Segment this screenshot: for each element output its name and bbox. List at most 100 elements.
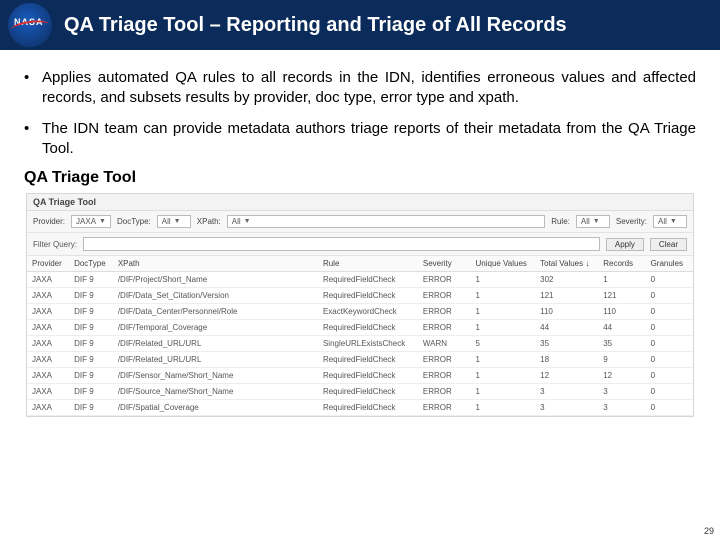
query-bar: Filter Query: Apply Clear xyxy=(27,233,693,256)
cell-rule: SingleURLExistsCheck xyxy=(318,336,418,352)
table-row[interactable]: JAXADIF 9/DIF/Source_Name/Short_NameRequ… xyxy=(27,384,693,400)
col-provider[interactable]: Provider xyxy=(27,256,69,272)
cell-tv: 110 xyxy=(535,304,598,320)
bullet-item: The IDN team can provide metadata author… xyxy=(24,119,696,160)
cell-doctype: DIF 9 xyxy=(69,384,113,400)
cell-uv: 1 xyxy=(470,272,535,288)
cell-rule: ExactKeywordCheck xyxy=(318,304,418,320)
cell-uv: 1 xyxy=(470,352,535,368)
query-input[interactable] xyxy=(83,237,600,251)
cell-records: 9 xyxy=(598,352,645,368)
severity-select[interactable]: All▼ xyxy=(653,215,687,228)
col-records[interactable]: Records xyxy=(598,256,645,272)
cell-rule: RequiredFieldCheck xyxy=(318,368,418,384)
cell-records: 110 xyxy=(598,304,645,320)
table-row[interactable]: JAXADIF 9/DIF/Data_Set_Citation/VersionR… xyxy=(27,288,693,304)
doctype-value: All xyxy=(162,217,171,226)
cell-provider: JAXA xyxy=(27,384,69,400)
tool-window-title: QA Triage Tool xyxy=(27,194,693,211)
severity-label: Severity: xyxy=(616,217,647,226)
cell-xpath: /DIF/Spatial_Coverage xyxy=(113,400,318,416)
cell-uv: 5 xyxy=(470,336,535,352)
cell-xpath: /DIF/Source_Name/Short_Name xyxy=(113,384,318,400)
rule-label: Rule: xyxy=(551,217,570,226)
chevron-down-icon: ▼ xyxy=(593,218,600,225)
cell-doctype: DIF 9 xyxy=(69,352,113,368)
cell-severity: ERROR xyxy=(418,368,471,384)
cell-granules: 0 xyxy=(646,400,693,416)
cell-provider: JAXA xyxy=(27,400,69,416)
table-row[interactable]: JAXADIF 9/DIF/Data_Center/Personnel/Role… xyxy=(27,304,693,320)
col-granules[interactable]: Granules xyxy=(646,256,693,272)
rule-select[interactable]: All▼ xyxy=(576,215,610,228)
cell-tv: 302 xyxy=(535,272,598,288)
cell-records: 35 xyxy=(598,336,645,352)
cell-records: 3 xyxy=(598,384,645,400)
slide-body: Applies automated QA rules to all record… xyxy=(0,50,720,417)
chevron-down-icon: ▼ xyxy=(99,218,106,225)
cell-provider: JAXA xyxy=(27,336,69,352)
filter-bar: Provider: JAXA▼ DocType: All▼ XPath: All… xyxy=(27,211,693,233)
col-rule[interactable]: Rule xyxy=(318,256,418,272)
cell-rule: RequiredFieldCheck xyxy=(318,320,418,336)
doctype-select[interactable]: All▼ xyxy=(157,215,191,228)
cell-xpath: /DIF/Related_URL/URL xyxy=(113,336,318,352)
cell-doctype: DIF 9 xyxy=(69,304,113,320)
cell-records: 121 xyxy=(598,288,645,304)
col-unique-values[interactable]: Unique Values xyxy=(470,256,535,272)
cell-doctype: DIF 9 xyxy=(69,272,113,288)
cell-severity: WARN xyxy=(418,336,471,352)
cell-provider: JAXA xyxy=(27,368,69,384)
cell-severity: ERROR xyxy=(418,400,471,416)
cell-doctype: DIF 9 xyxy=(69,368,113,384)
xpath-select[interactable]: All▼ xyxy=(227,215,545,228)
cell-granules: 0 xyxy=(646,384,693,400)
cell-uv: 1 xyxy=(470,400,535,416)
cell-doctype: DIF 9 xyxy=(69,288,113,304)
cell-xpath: /DIF/Data_Center/Personnel/Role xyxy=(113,304,318,320)
query-label: Filter Query: xyxy=(33,240,77,249)
section-heading: QA Triage Tool xyxy=(24,169,696,187)
cell-uv: 1 xyxy=(470,368,535,384)
col-severity[interactable]: Severity xyxy=(418,256,471,272)
cell-xpath: /DIF/Sensor_Name/Short_Name xyxy=(113,368,318,384)
cell-provider: JAXA xyxy=(27,288,69,304)
table-row[interactable]: JAXADIF 9/DIF/Spatial_CoverageRequiredFi… xyxy=(27,400,693,416)
xpath-label: XPath: xyxy=(197,217,221,226)
bullet-list: Applies automated QA rules to all record… xyxy=(24,68,696,159)
cell-uv: 1 xyxy=(470,320,535,336)
cell-xpath: /DIF/Data_Set_Citation/Version xyxy=(113,288,318,304)
page-number: 29 xyxy=(704,526,714,536)
results-table: Provider DocType XPath Rule Severity Uni… xyxy=(27,256,693,416)
col-total-values[interactable]: Total Values ↓ xyxy=(535,256,598,272)
cell-xpath: /DIF/Temporal_Coverage xyxy=(113,320,318,336)
cell-records: 3 xyxy=(598,400,645,416)
cell-xpath: /DIF/Related_URL/URL xyxy=(113,352,318,368)
table-row[interactable]: JAXADIF 9/DIF/Sensor_Name/Short_NameRequ… xyxy=(27,368,693,384)
col-doctype[interactable]: DocType xyxy=(69,256,113,272)
cell-provider: JAXA xyxy=(27,320,69,336)
nasa-logo-text: NASA xyxy=(14,17,44,27)
doctype-label: DocType: xyxy=(117,217,151,226)
cell-severity: ERROR xyxy=(418,384,471,400)
rule-value: All xyxy=(581,217,590,226)
clear-button[interactable]: Clear xyxy=(650,238,687,251)
cell-tv: 18 xyxy=(535,352,598,368)
table-row[interactable]: JAXADIF 9/DIF/Related_URL/URLSingleURLEx… xyxy=(27,336,693,352)
cell-doctype: DIF 9 xyxy=(69,336,113,352)
cell-uv: 1 xyxy=(470,288,535,304)
cell-uv: 1 xyxy=(470,384,535,400)
table-row[interactable]: JAXADIF 9/DIF/Related_URL/URLRequiredFie… xyxy=(27,352,693,368)
col-xpath[interactable]: XPath xyxy=(113,256,318,272)
apply-button[interactable]: Apply xyxy=(606,238,644,251)
xpath-value: All xyxy=(232,217,241,226)
table-row[interactable]: JAXADIF 9/DIF/Temporal_CoverageRequiredF… xyxy=(27,320,693,336)
provider-select[interactable]: JAXA▼ xyxy=(71,215,111,228)
cell-tv: 121 xyxy=(535,288,598,304)
cell-records: 1 xyxy=(598,272,645,288)
cell-granules: 0 xyxy=(646,272,693,288)
cell-provider: JAXA xyxy=(27,272,69,288)
cell-xpath: /DIF/Project/Short_Name xyxy=(113,272,318,288)
cell-provider: JAXA xyxy=(27,304,69,320)
table-row[interactable]: JAXADIF 9/DIF/Project/Short_NameRequired… xyxy=(27,272,693,288)
